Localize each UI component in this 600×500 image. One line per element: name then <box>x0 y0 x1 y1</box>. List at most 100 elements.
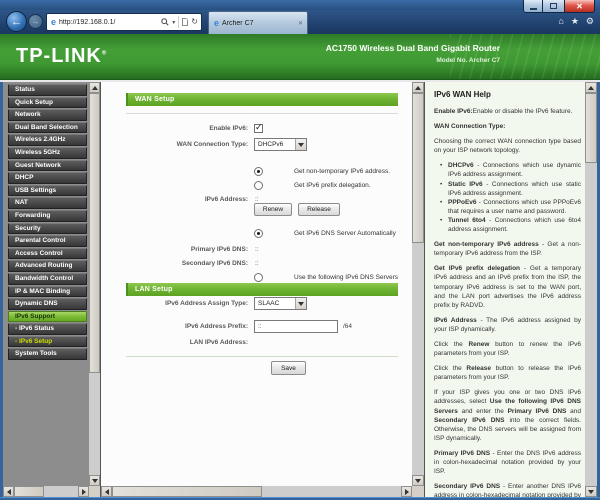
prefix-row: IPv6 Address Prefix: :: /64 <box>101 320 421 333</box>
sidebar-item-guest-network[interactable]: Guest Network <box>8 159 87 172</box>
dns-auto-label: Get IPv6 DNS Server Automatically <box>294 230 396 237</box>
help-frame: IPv6 WAN Help Enable IPv6:Enable or disa… <box>424 82 597 497</box>
settings-gear-icon[interactable]: ⚙ <box>586 16 594 27</box>
scrollbar-thumb[interactable] <box>112 486 262 497</box>
sidebar-item-ip-mac-binding[interactable]: IP & MAC Binding <box>8 285 87 298</box>
browser-quick-icons: ⌂ ★ ⚙ <box>558 16 594 27</box>
refresh-icon[interactable]: ↻ <box>191 18 198 26</box>
prefix-delegation-radio-row: Get IPv6 prefix delegation. <box>101 179 421 192</box>
scrollbar-corner <box>89 486 100 497</box>
frameset: Status Quick Setup Network Dual Band Select… <box>3 82 597 497</box>
prefix-input[interactable]: :: <box>254 320 338 333</box>
window-bottom-edge <box>0 497 600 498</box>
tab-close-icon[interactable]: ✕ <box>298 20 303 27</box>
scroll-up-icon[interactable] <box>412 82 424 93</box>
main-horizontal-scrollbar[interactable] <box>101 486 412 497</box>
bullet-icon: • <box>440 216 443 224</box>
sidebar-item-status[interactable]: Status <box>8 84 87 96</box>
sidebar-item-bandwidth-control[interactable]: Bandwidth Control <box>8 272 87 285</box>
sidebar-item-wireless-5ghz[interactable]: Wireless 5GHz <box>8 146 87 159</box>
close-button[interactable]: ✕ <box>565 0 595 13</box>
lan-setup-section-header: LAN Setup <box>126 283 398 296</box>
sidebar-item-security[interactable]: Security <box>8 222 87 235</box>
secondary-dns-value: :: <box>255 260 259 267</box>
scroll-up-icon[interactable] <box>585 82 597 93</box>
address-bar[interactable]: e http://192.168.0.1/ ▾ ↻ <box>46 13 202 31</box>
scrollbar-thumb[interactable] <box>14 486 44 497</box>
help-bullet-item: • DHCPv6 - Connections which use dynamic … <box>440 162 581 179</box>
sidebar-item-ipv6-support[interactable]: IPv6 Support <box>8 310 87 323</box>
sidebar-item-parental-control[interactable]: Parental Control <box>8 235 87 247</box>
scrollbar-thumb[interactable] <box>412 93 424 243</box>
non-temporary-radio-row: Get non-temporary IPv6 address. <box>101 165 421 178</box>
product-name: AC1750 Wireless Dual Band Gigabit Router <box>325 43 500 53</box>
sidebar-item-access-control[interactable]: Access Control <box>8 247 87 260</box>
sidebar-item-ipv6-setup[interactable]: - IPv6 Setup <box>8 335 87 348</box>
sidebar-horizontal-scrollbar[interactable] <box>3 486 89 497</box>
scroll-down-icon[interactable] <box>585 486 597 497</box>
enable-ipv6-checkbox[interactable]: ✓ <box>254 123 263 133</box>
sidebar-item-network[interactable]: Network <box>8 109 87 121</box>
primary-dns-row: Primary IPv6 DNS: :: <box>101 243 421 256</box>
favorites-star-icon[interactable]: ★ <box>571 16 579 27</box>
lan-address-label: LAN IPv6 Address: <box>189 339 248 346</box>
browser-window: ← → e http://192.168.0.1/ ▾ ↻ e Archer C… <box>0 0 600 500</box>
scroll-left-icon[interactable] <box>101 486 112 497</box>
maximize-button[interactable] <box>543 0 565 13</box>
chevron-down-icon[interactable] <box>295 298 306 309</box>
primary-dns-label: Primary IPv6 DNS: <box>190 246 248 253</box>
sidebar-item-nat[interactable]: NAT <box>8 197 87 209</box>
help-title: IPv6 WAN Help <box>434 90 491 99</box>
help-paragraph: Choosing the correct WAN connection type… <box>434 138 581 155</box>
renew-button[interactable]: Renew <box>254 203 292 216</box>
prefix-delegation-radio[interactable] <box>254 181 263 190</box>
window-titlebar[interactable] <box>0 0 600 10</box>
wan-connection-type-select[interactable]: DHCPv6 <box>254 138 307 151</box>
help-paragraph: Primary IPv6 DNS - Enter the DNS IPv6 ad… <box>434 449 581 476</box>
assign-type-select[interactable]: SLAAC <box>254 297 307 310</box>
forward-icon: → <box>31 17 40 26</box>
scroll-right-icon[interactable] <box>78 486 89 497</box>
sidebar-item-system-tools[interactable]: System Tools <box>8 348 87 361</box>
main-vertical-scrollbar[interactable] <box>412 82 424 486</box>
save-button[interactable]: Save <box>271 361 306 375</box>
sidebar-item-dhcp[interactable]: DHCP <box>8 172 87 184</box>
minimize-button[interactable] <box>523 0 543 13</box>
url-text[interactable]: http://192.168.0.1/ <box>59 19 161 26</box>
sidebar-item-dual-band-selection[interactable]: Dual Band Selection <box>8 121 87 134</box>
sidebar-vertical-scrollbar[interactable] <box>89 82 100 486</box>
scroll-down-icon[interactable] <box>412 475 424 486</box>
scroll-left-icon[interactable] <box>3 486 14 497</box>
sidebar-item-usb-settings[interactable]: USB Settings <box>8 184 87 197</box>
non-temporary-label: Get non-temporary IPv6 address. <box>294 168 391 175</box>
sidebar-item-wireless-2-4ghz[interactable]: Wireless 2.4GHz <box>8 134 87 146</box>
release-button[interactable]: Release <box>298 203 340 216</box>
forward-button[interactable]: → <box>28 14 43 29</box>
sidebar-item-advanced-routing[interactable]: Advanced Routing <box>8 260 87 272</box>
non-temporary-radio[interactable] <box>254 167 263 176</box>
help-paragraph: If your ISP gives you one or two DNS IPv… <box>434 389 581 442</box>
help-vertical-scrollbar[interactable] <box>585 82 597 497</box>
scroll-up-icon[interactable] <box>89 82 100 93</box>
scroll-right-icon[interactable] <box>401 486 412 497</box>
sidebar-item-forwarding[interactable]: Forwarding <box>8 209 87 222</box>
search-icon[interactable] <box>161 18 169 26</box>
scroll-down-icon[interactable] <box>89 475 100 486</box>
main-content-frame: WAN Setup Enable IPv6: ✓ WAN Connection … <box>100 82 424 497</box>
home-icon[interactable]: ⌂ <box>558 16 563 27</box>
chevron-down-icon[interactable] <box>295 139 306 150</box>
compatibility-view-icon[interactable] <box>182 18 189 26</box>
sidebar-item-ipv6-status[interactable]: - IPv6 Status <box>8 323 87 335</box>
help-bullet-item: • Static IPv6 - Connections which use sta… <box>440 180 581 197</box>
enable-ipv6-label: Enable IPv6: <box>209 125 248 132</box>
browser-tab[interactable]: e Archer C7 ✕ <box>208 11 308 34</box>
model-number: Model No. Archer C7 <box>436 57 500 64</box>
dns-manual-radio[interactable] <box>254 273 263 282</box>
search-dropdown-icon[interactable]: ▾ <box>172 19 175 26</box>
dns-auto-radio[interactable] <box>254 229 263 238</box>
sidebar-item-dynamic-dns[interactable]: Dynamic DNS <box>8 298 87 310</box>
scrollbar-thumb[interactable] <box>585 93 597 163</box>
sidebar-item-quick-setup[interactable]: Quick Setup <box>8 96 87 109</box>
scrollbar-thumb[interactable] <box>89 93 100 373</box>
back-button[interactable]: ← <box>6 11 27 32</box>
